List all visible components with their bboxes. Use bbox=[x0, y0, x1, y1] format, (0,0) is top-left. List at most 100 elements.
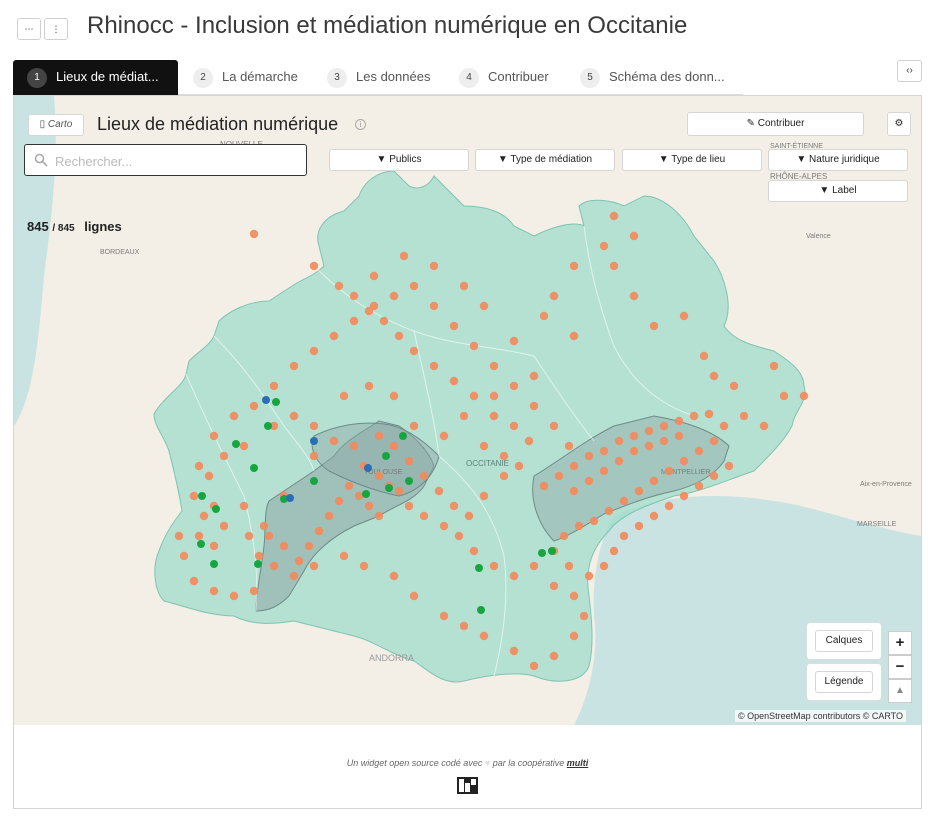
marker-orange[interactable] bbox=[649, 511, 659, 521]
marker-orange[interactable] bbox=[409, 346, 419, 356]
zoom-in-button[interactable]: + bbox=[888, 631, 912, 655]
marker-green[interactable] bbox=[254, 560, 262, 568]
search-box[interactable] bbox=[24, 144, 307, 176]
marker-orange[interactable] bbox=[469, 546, 479, 556]
marker-orange[interactable] bbox=[449, 376, 459, 386]
marker-orange[interactable] bbox=[514, 461, 524, 471]
marker-orange[interactable] bbox=[459, 621, 469, 631]
marker-green[interactable] bbox=[272, 398, 280, 406]
marker-orange[interactable] bbox=[569, 461, 579, 471]
marker-orange[interactable] bbox=[634, 486, 644, 496]
marker-orange[interactable] bbox=[309, 346, 319, 356]
marker-orange[interactable] bbox=[709, 471, 719, 481]
marker-orange[interactable] bbox=[629, 446, 639, 456]
marker-orange[interactable] bbox=[219, 521, 229, 531]
filter-type-mediation[interactable]: ▼ Type de médiation bbox=[475, 149, 615, 171]
marker-orange[interactable] bbox=[344, 481, 354, 491]
marker-orange[interactable] bbox=[309, 421, 319, 431]
marker-orange[interactable] bbox=[769, 361, 779, 371]
marker-orange[interactable] bbox=[334, 281, 344, 291]
calques-button[interactable]: Calques bbox=[815, 630, 873, 652]
marker-orange[interactable] bbox=[364, 501, 374, 511]
marker-orange[interactable] bbox=[389, 291, 399, 301]
menu-dots-button[interactable]: ⋯ bbox=[17, 18, 41, 40]
marker-orange[interactable] bbox=[194, 531, 204, 541]
marker-orange[interactable] bbox=[449, 501, 459, 511]
marker-orange[interactable] bbox=[199, 511, 209, 521]
marker-orange[interactable] bbox=[489, 361, 499, 371]
marker-orange[interactable] bbox=[629, 291, 639, 301]
tab-donnees[interactable]: 3 Les données bbox=[327, 60, 430, 95]
marker-orange[interactable] bbox=[569, 331, 579, 341]
marker-orange[interactable] bbox=[429, 361, 439, 371]
marker-orange[interactable] bbox=[679, 491, 689, 501]
marker-orange[interactable] bbox=[309, 451, 319, 461]
marker-orange[interactable] bbox=[549, 291, 559, 301]
marker-orange[interactable] bbox=[404, 456, 414, 466]
marker-orange[interactable] bbox=[549, 581, 559, 591]
tab-lieux[interactable]: 1 Lieux de médiat... bbox=[13, 60, 178, 95]
marker-orange[interactable] bbox=[389, 571, 399, 581]
marker-orange[interactable] bbox=[509, 381, 519, 391]
marker-orange[interactable] bbox=[244, 531, 254, 541]
marker-orange[interactable] bbox=[209, 431, 219, 441]
marker-orange[interactable] bbox=[289, 571, 299, 581]
marker-orange[interactable] bbox=[479, 491, 489, 501]
marker-orange[interactable] bbox=[489, 561, 499, 571]
marker-orange[interactable] bbox=[264, 531, 274, 541]
marker-orange[interactable] bbox=[249, 229, 259, 239]
marker-orange[interactable] bbox=[664, 466, 674, 476]
marker-orange[interactable] bbox=[229, 591, 239, 601]
marker-orange[interactable] bbox=[629, 231, 639, 241]
marker-orange[interactable] bbox=[579, 611, 589, 621]
marker-orange[interactable] bbox=[549, 421, 559, 431]
marker-orange[interactable] bbox=[739, 411, 749, 421]
marker-orange[interactable] bbox=[324, 511, 334, 521]
marker-orange[interactable] bbox=[569, 486, 579, 496]
marker-orange[interactable] bbox=[209, 541, 219, 551]
marker-orange[interactable] bbox=[629, 431, 639, 441]
marker-orange[interactable] bbox=[479, 631, 489, 641]
marker-orange[interactable] bbox=[289, 361, 299, 371]
marker-orange[interactable] bbox=[339, 391, 349, 401]
marker-orange[interactable] bbox=[374, 511, 384, 521]
marker-green[interactable] bbox=[538, 549, 546, 557]
marker-green[interactable] bbox=[198, 492, 206, 500]
marker-orange[interactable] bbox=[574, 521, 584, 531]
marker-orange[interactable] bbox=[509, 646, 519, 656]
marker-orange[interactable] bbox=[309, 261, 319, 271]
marker-orange[interactable] bbox=[589, 516, 599, 526]
marker-orange[interactable] bbox=[249, 586, 259, 596]
marker-orange[interactable] bbox=[529, 401, 539, 411]
marker-orange[interactable] bbox=[499, 451, 509, 461]
marker-blue[interactable] bbox=[262, 396, 270, 404]
marker-orange[interactable] bbox=[389, 441, 399, 451]
marker-orange[interactable] bbox=[194, 461, 204, 471]
marker-orange[interactable] bbox=[314, 526, 324, 536]
marker-orange[interactable] bbox=[459, 411, 469, 421]
marker-orange[interactable] bbox=[709, 436, 719, 446]
tab-contribuer[interactable]: 4 Contribuer bbox=[459, 60, 549, 95]
marker-orange[interactable] bbox=[649, 476, 659, 486]
marker-green[interactable] bbox=[477, 606, 485, 614]
marker-orange[interactable] bbox=[634, 521, 644, 531]
marker-orange[interactable] bbox=[304, 541, 314, 551]
marker-orange[interactable] bbox=[364, 306, 374, 316]
marker-orange[interactable] bbox=[349, 316, 359, 326]
marker-orange[interactable] bbox=[219, 451, 229, 461]
marker-orange[interactable] bbox=[599, 561, 609, 571]
marker-orange[interactable] bbox=[619, 496, 629, 506]
marker-orange[interactable] bbox=[599, 466, 609, 476]
carto-view-button[interactable]: ▯ Carto bbox=[28, 114, 84, 136]
marker-orange[interactable] bbox=[279, 541, 289, 551]
marker-orange[interactable] bbox=[374, 471, 384, 481]
marker-orange[interactable] bbox=[709, 371, 719, 381]
marker-orange[interactable] bbox=[354, 491, 364, 501]
marker-orange[interactable] bbox=[239, 441, 249, 451]
marker-orange[interactable] bbox=[269, 561, 279, 571]
marker-orange[interactable] bbox=[359, 561, 369, 571]
marker-orange[interactable] bbox=[389, 391, 399, 401]
marker-orange[interactable] bbox=[499, 471, 509, 481]
tab-demarche[interactable]: 2 La démarche bbox=[193, 60, 298, 95]
marker-green[interactable] bbox=[197, 540, 205, 548]
